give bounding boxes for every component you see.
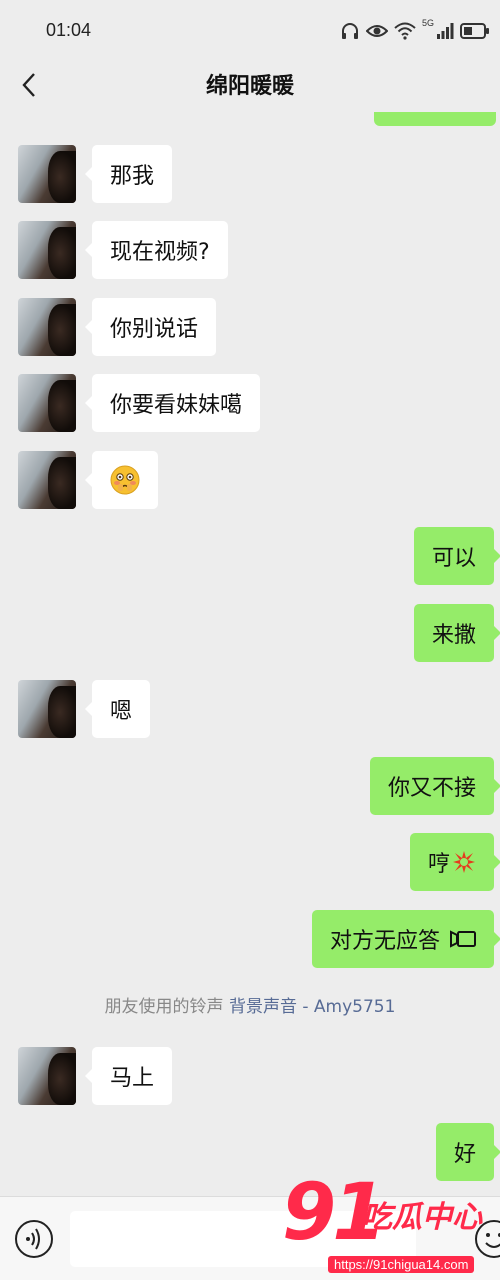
message-text: 那我: [110, 164, 155, 189]
signal-icon: [437, 23, 454, 39]
incoming-message-bubble[interactable]: [85, 451, 158, 509]
message-text: 马上: [110, 1066, 155, 1091]
flushed-face-emoji-icon: [110, 465, 140, 495]
network-type-label: 5G: [421, 18, 434, 28]
contact-avatar[interactable]: [18, 374, 76, 432]
previous-message-bubble[interactable]: [374, 112, 496, 126]
message-text: 对方无应答: [329, 929, 440, 954]
incoming-message-bubble[interactable]: 嗯: [84, 680, 151, 738]
incoming-message-bubble[interactable]: 你别说话: [84, 298, 217, 356]
message-text: 嗯: [110, 699, 133, 724]
outgoing-message-bubble[interactable]: 可以: [413, 527, 500, 585]
message-text: 你又不接: [387, 776, 476, 801]
ringtone-system-note: 朋友使用的铃声 背景声音 - Amy5751: [0, 992, 500, 1017]
chat-input-bar: [0, 1196, 500, 1280]
battery-icon: [460, 23, 489, 39]
chat-title: 绵阳暖暖: [205, 74, 294, 99]
message-text: 哼: [427, 852, 450, 877]
ringtone-link[interactable]: 背景声音 - Amy5751: [229, 997, 395, 1017]
contact-avatar[interactable]: [18, 221, 76, 279]
outgoing-message-bubble[interactable]: 来撒: [413, 604, 500, 662]
status-time: 01:04: [46, 20, 92, 40]
voice-input-icon[interactable]: [14, 1219, 54, 1259]
angry-emoji-icon: [453, 851, 475, 873]
contact-avatar[interactable]: [18, 1047, 76, 1105]
eye-icon: [365, 25, 388, 37]
message-input[interactable]: [70, 1211, 416, 1267]
system-note-text: 朋友使用的铃声: [104, 997, 229, 1017]
contact-avatar[interactable]: [18, 680, 76, 738]
incoming-message-bubble[interactable]: 现在视频?: [85, 221, 228, 279]
outgoing-message-bubble[interactable]: 好: [435, 1123, 500, 1181]
incoming-message-bubble[interactable]: 那我: [84, 145, 173, 203]
message-text: 现在视频?: [110, 240, 210, 265]
message-text: 你别说话: [110, 317, 199, 342]
status-icons: 5G: [340, 18, 490, 44]
outgoing-message-bubble[interactable]: 哼: [409, 833, 500, 891]
emoji-picker-icon[interactable]: [474, 1219, 500, 1259]
wifi-icon: [394, 22, 416, 40]
contact-avatar[interactable]: [18, 145, 76, 203]
incoming-message-bubble[interactable]: 你要看妹妹噶: [84, 374, 261, 432]
message-text: 来撒: [431, 623, 476, 648]
headphones-icon: [341, 23, 358, 39]
message-text: 好: [453, 1142, 476, 1167]
chat-header: 绵阳暖暖: [0, 60, 500, 112]
outgoing-message-bubble[interactable]: 你又不接: [369, 757, 500, 815]
message-text: 可以: [431, 546, 476, 571]
incoming-message-bubble[interactable]: 马上: [84, 1047, 173, 1105]
chat-message-list[interactable]: 那我 现在视频? 你别说话 你要看妹妹噶 可以 来撒 嗯 你又不接 哼 对方无应…: [0, 112, 500, 1196]
contact-avatar[interactable]: [18, 298, 76, 356]
missed-video-call-bubble[interactable]: 对方无应答: [311, 910, 500, 968]
contact-avatar[interactable]: [18, 451, 76, 509]
message-text: 你要看妹妹噶: [110, 393, 243, 418]
video-call-icon: [450, 930, 476, 948]
status-bar: 01:04 5G: [0, 0, 500, 60]
